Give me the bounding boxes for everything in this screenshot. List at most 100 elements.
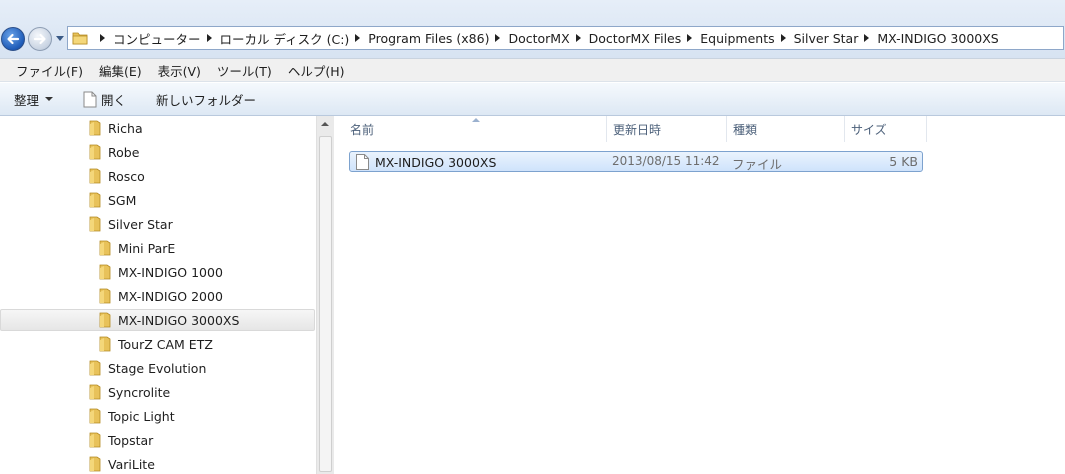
forward-button[interactable] xyxy=(28,27,52,51)
new-folder-label: 新しいフォルダー xyxy=(156,92,257,108)
tree-item-label: VariLite xyxy=(108,456,155,472)
menu-tools[interactable]: ツール(T) xyxy=(217,61,272,80)
folder-icon xyxy=(99,264,111,280)
tree-item[interactable]: Mini ParE xyxy=(98,237,175,259)
breadcrumb-separator[interactable] xyxy=(864,34,870,42)
tree-item[interactable]: Rosco xyxy=(88,165,145,187)
menu-bar: ファイル(F) 編集(E) 表示(V) ツール(T) ヘルプ(H) xyxy=(0,58,1065,82)
nav-pane-scrollbar[interactable] xyxy=(316,116,334,474)
tree-item-label: Rosco xyxy=(108,168,145,184)
tree-item[interactable]: Syncrolite xyxy=(88,381,170,403)
breadcrumb-separator[interactable] xyxy=(687,34,693,42)
breadcrumb-computer[interactable]: コンピューター xyxy=(113,29,201,48)
address-bar-area: コンピューター ローカル ディスク (C:) Program Files (x8… xyxy=(0,0,1065,58)
arrow-right-icon xyxy=(33,33,46,45)
tree-item-selected[interactable]: MX-INDIGO 3000XS xyxy=(0,309,315,331)
column-header-size[interactable]: サイズ xyxy=(845,116,927,142)
folder-icon xyxy=(72,32,88,45)
breadcrumb-local-disk[interactable]: ローカル ディスク (C:) xyxy=(220,29,350,48)
chevron-down-icon xyxy=(45,97,54,101)
tree-item[interactable]: Topstar xyxy=(88,429,153,451)
tree-item-label: TourZ CAM ETZ xyxy=(118,336,213,352)
column-header-date[interactable]: 更新日時 xyxy=(607,116,727,142)
navigation-pane: Richa Robe Rosco SGM Silver Star Mini Pa… xyxy=(0,116,316,474)
tree-item[interactable]: Topic Light xyxy=(88,405,175,427)
folder-open-icon xyxy=(89,216,101,232)
file-icon xyxy=(83,91,97,107)
column-header-type[interactable]: 種類 xyxy=(727,116,845,142)
tree-item-label: Robe xyxy=(108,144,140,160)
breadcrumb-doctormx-files[interactable]: DoctorMX Files xyxy=(589,31,682,46)
tree-item[interactable]: TourZ CAM ETZ xyxy=(98,333,213,355)
tree-item-label: Mini ParE xyxy=(118,240,176,256)
breadcrumb-separator[interactable] xyxy=(355,34,361,42)
folder-icon xyxy=(89,144,101,160)
tree-item-label: SGM xyxy=(108,192,137,208)
tree-item[interactable]: VariLite xyxy=(88,453,155,474)
breadcrumb-separator[interactable] xyxy=(495,34,501,42)
tree-item-label: Silver Star xyxy=(108,216,173,232)
column-header-label: 更新日時 xyxy=(613,122,662,137)
menu-edit[interactable]: 編集(E) xyxy=(99,61,142,80)
command-bar: 整理 開く 新しいフォルダー xyxy=(0,83,1065,116)
folder-icon xyxy=(99,240,111,256)
organize-button[interactable]: 整理 xyxy=(14,90,54,109)
recent-pages-button[interactable] xyxy=(55,33,65,45)
open-button[interactable]: 開く xyxy=(83,90,126,109)
tree-item-label: MX-INDIGO 3000XS xyxy=(118,312,240,328)
file-row-selected[interactable]: MX-INDIGO 3000XS 2013/08/15 11:42 ファイル 5… xyxy=(349,151,923,172)
back-button[interactable] xyxy=(1,27,25,51)
new-folder-button[interactable]: 新しいフォルダー xyxy=(156,90,256,109)
tree-item[interactable]: MX-INDIGO 1000 xyxy=(98,261,223,283)
file-type: ファイル xyxy=(732,157,783,172)
tree-item-label: MX-INDIGO 1000 xyxy=(118,264,223,280)
scrollbar-thumb[interactable] xyxy=(319,136,332,472)
column-header-label: サイズ xyxy=(851,122,887,137)
scroll-up-arrow-icon[interactable] xyxy=(321,122,329,126)
tree-item[interactable]: Silver Star xyxy=(88,213,173,235)
column-header-name[interactable]: 名前 xyxy=(344,116,607,142)
breadcrumb-program-files[interactable]: Program Files (x86) xyxy=(368,31,489,46)
tree-item[interactable]: MX-INDIGO 2000 xyxy=(98,285,223,307)
folder-icon xyxy=(89,120,101,136)
chevron-down-icon xyxy=(56,36,64,41)
breadcrumb-separator[interactable] xyxy=(100,34,105,42)
folder-icon xyxy=(89,456,101,472)
file-size: 5 KB xyxy=(889,154,918,169)
breadcrumb-separator[interactable] xyxy=(780,34,786,42)
tree-item[interactable]: SGM xyxy=(88,189,136,211)
address-path[interactable]: コンピューター ローカル ディスク (C:) Program Files (x8… xyxy=(67,26,1064,50)
tree-item-label: Syncrolite xyxy=(108,384,171,400)
folder-icon xyxy=(99,288,111,304)
folder-icon xyxy=(89,432,101,448)
breadcrumb-silver-star[interactable]: Silver Star xyxy=(794,31,859,46)
arrow-left-icon xyxy=(7,33,20,45)
folder-icon xyxy=(89,192,101,208)
tree-item-label: Topic Light xyxy=(108,408,175,424)
file-name: MX-INDIGO 3000XS xyxy=(375,154,497,170)
breadcrumb-separator[interactable] xyxy=(575,34,581,42)
breadcrumb-doctormx[interactable]: DoctorMX xyxy=(508,31,569,46)
tree-item-label: Topstar xyxy=(108,432,154,448)
file-icon xyxy=(356,154,369,170)
file-name-cell: MX-INDIGO 3000XS xyxy=(356,154,496,170)
tree-item-label: Richa xyxy=(108,120,143,136)
menu-view[interactable]: 表示(V) xyxy=(158,61,201,80)
breadcrumb-current-folder[interactable]: MX-INDIGO 3000XS xyxy=(877,31,998,46)
tree-item-label: Stage Evolution xyxy=(108,360,207,376)
folder-icon xyxy=(89,168,101,184)
folder-icon xyxy=(89,360,101,376)
menu-file[interactable]: ファイル(F) xyxy=(16,61,83,80)
breadcrumb-separator[interactable] xyxy=(206,34,212,42)
menu-help[interactable]: ヘルプ(H) xyxy=(288,61,345,80)
breadcrumb-equipments[interactable]: Equipments xyxy=(700,31,774,46)
folder-icon xyxy=(89,408,101,424)
file-list-pane: 名前 更新日時 種類 サイズ MX-INDIGO 3000XS 2013/08/… xyxy=(334,116,1065,474)
folder-icon xyxy=(99,312,111,328)
tree-item[interactable]: Stage Evolution xyxy=(88,357,206,379)
tree-item[interactable]: Robe xyxy=(88,141,139,163)
file-date: 2013/08/15 11:42 xyxy=(612,154,720,168)
tree-item[interactable]: Richa xyxy=(88,117,143,139)
tree-item-label: MX-INDIGO 2000 xyxy=(118,288,223,304)
organize-label: 整理 xyxy=(14,92,40,108)
